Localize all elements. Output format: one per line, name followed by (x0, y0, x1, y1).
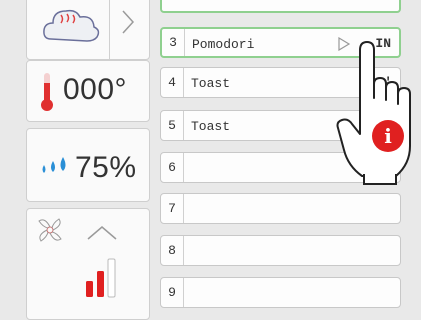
divider (109, 0, 110, 59)
fan-card[interactable] (26, 208, 150, 320)
fan-icon (38, 218, 62, 242)
temperature-card[interactable]: 000° (26, 60, 150, 122)
temperature-value: 000° (63, 73, 128, 106)
recipe-number: 3 (162, 29, 185, 56)
humidity-card[interactable]: 75% (26, 128, 150, 202)
recipe-number: 9 (161, 278, 184, 307)
left-panel: 000° 75% (0, 0, 150, 320)
recipe-number: 4 (161, 68, 184, 97)
recipe-row[interactable] (160, 0, 401, 13)
recipe-row[interactable]: 9 (160, 277, 401, 308)
steam-card[interactable] (26, 0, 150, 60)
chevron-right-icon[interactable] (119, 7, 139, 37)
humidity-value: 75% (75, 151, 137, 184)
thermometer-icon (41, 73, 53, 111)
svg-text:i: i (384, 124, 392, 148)
recipe-row[interactable]: 8 (160, 235, 401, 266)
recipe-number: 5 (161, 111, 184, 140)
signal-bars-icon (86, 258, 116, 298)
pointing-hand-icon: i (336, 41, 411, 185)
recipe-name: Toast (191, 119, 231, 134)
recipe-name: Pomodori (192, 37, 255, 52)
chevron-up-icon[interactable] (85, 223, 119, 243)
recipe-number: 8 (161, 236, 184, 265)
recipe-name: Toast (191, 76, 231, 91)
recipe-row[interactable]: 7 (160, 193, 401, 224)
cloud-icon (43, 9, 100, 42)
water-drops-icon (42, 157, 66, 173)
recipe-number: 6 (161, 153, 184, 182)
recipe-number: 7 (161, 194, 184, 223)
